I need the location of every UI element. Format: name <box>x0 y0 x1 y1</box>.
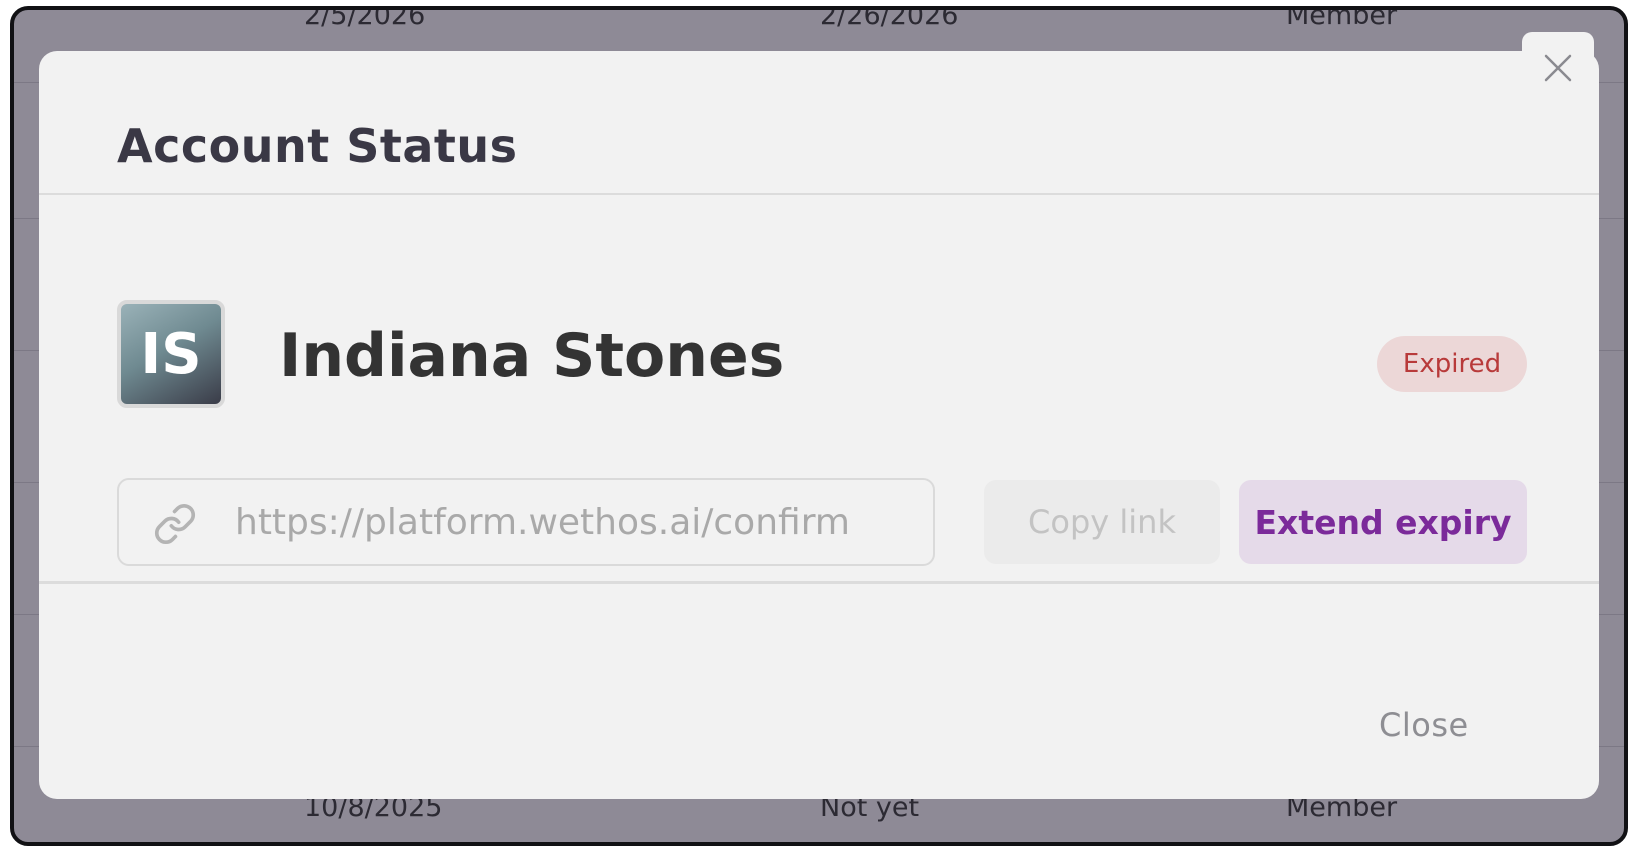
close-x-button[interactable] <box>1522 32 1594 104</box>
confirmation-link-input[interactable] <box>235 480 915 564</box>
table-cell-role: Member <box>1286 6 1398 31</box>
user-name: Indiana Stones <box>279 321 785 391</box>
copy-link-button[interactable]: Copy link <box>984 480 1220 564</box>
app-window: 2/5/2026 2/26/2026 Member 10/8/2025 Not … <box>10 6 1628 846</box>
avatar: IS <box>117 300 225 408</box>
table-cell-date: 2/5/2026 <box>304 6 426 31</box>
link-icon <box>154 503 196 545</box>
footer-divider <box>39 581 1599 584</box>
confirmation-link-field[interactable] <box>117 478 935 566</box>
status-badge: Expired <box>1377 336 1527 392</box>
extend-expiry-button[interactable]: Extend expiry <box>1239 480 1527 564</box>
avatar-initials: IS <box>140 321 202 387</box>
table-cell-date: 2/26/2026 <box>820 6 959 31</box>
close-icon <box>1544 54 1572 82</box>
header-divider <box>39 193 1599 195</box>
close-button[interactable]: Close <box>1379 706 1469 744</box>
modal-title: Account Status <box>117 119 518 173</box>
account-status-modal: Account Status IS Indiana Stones Expired… <box>39 51 1599 799</box>
